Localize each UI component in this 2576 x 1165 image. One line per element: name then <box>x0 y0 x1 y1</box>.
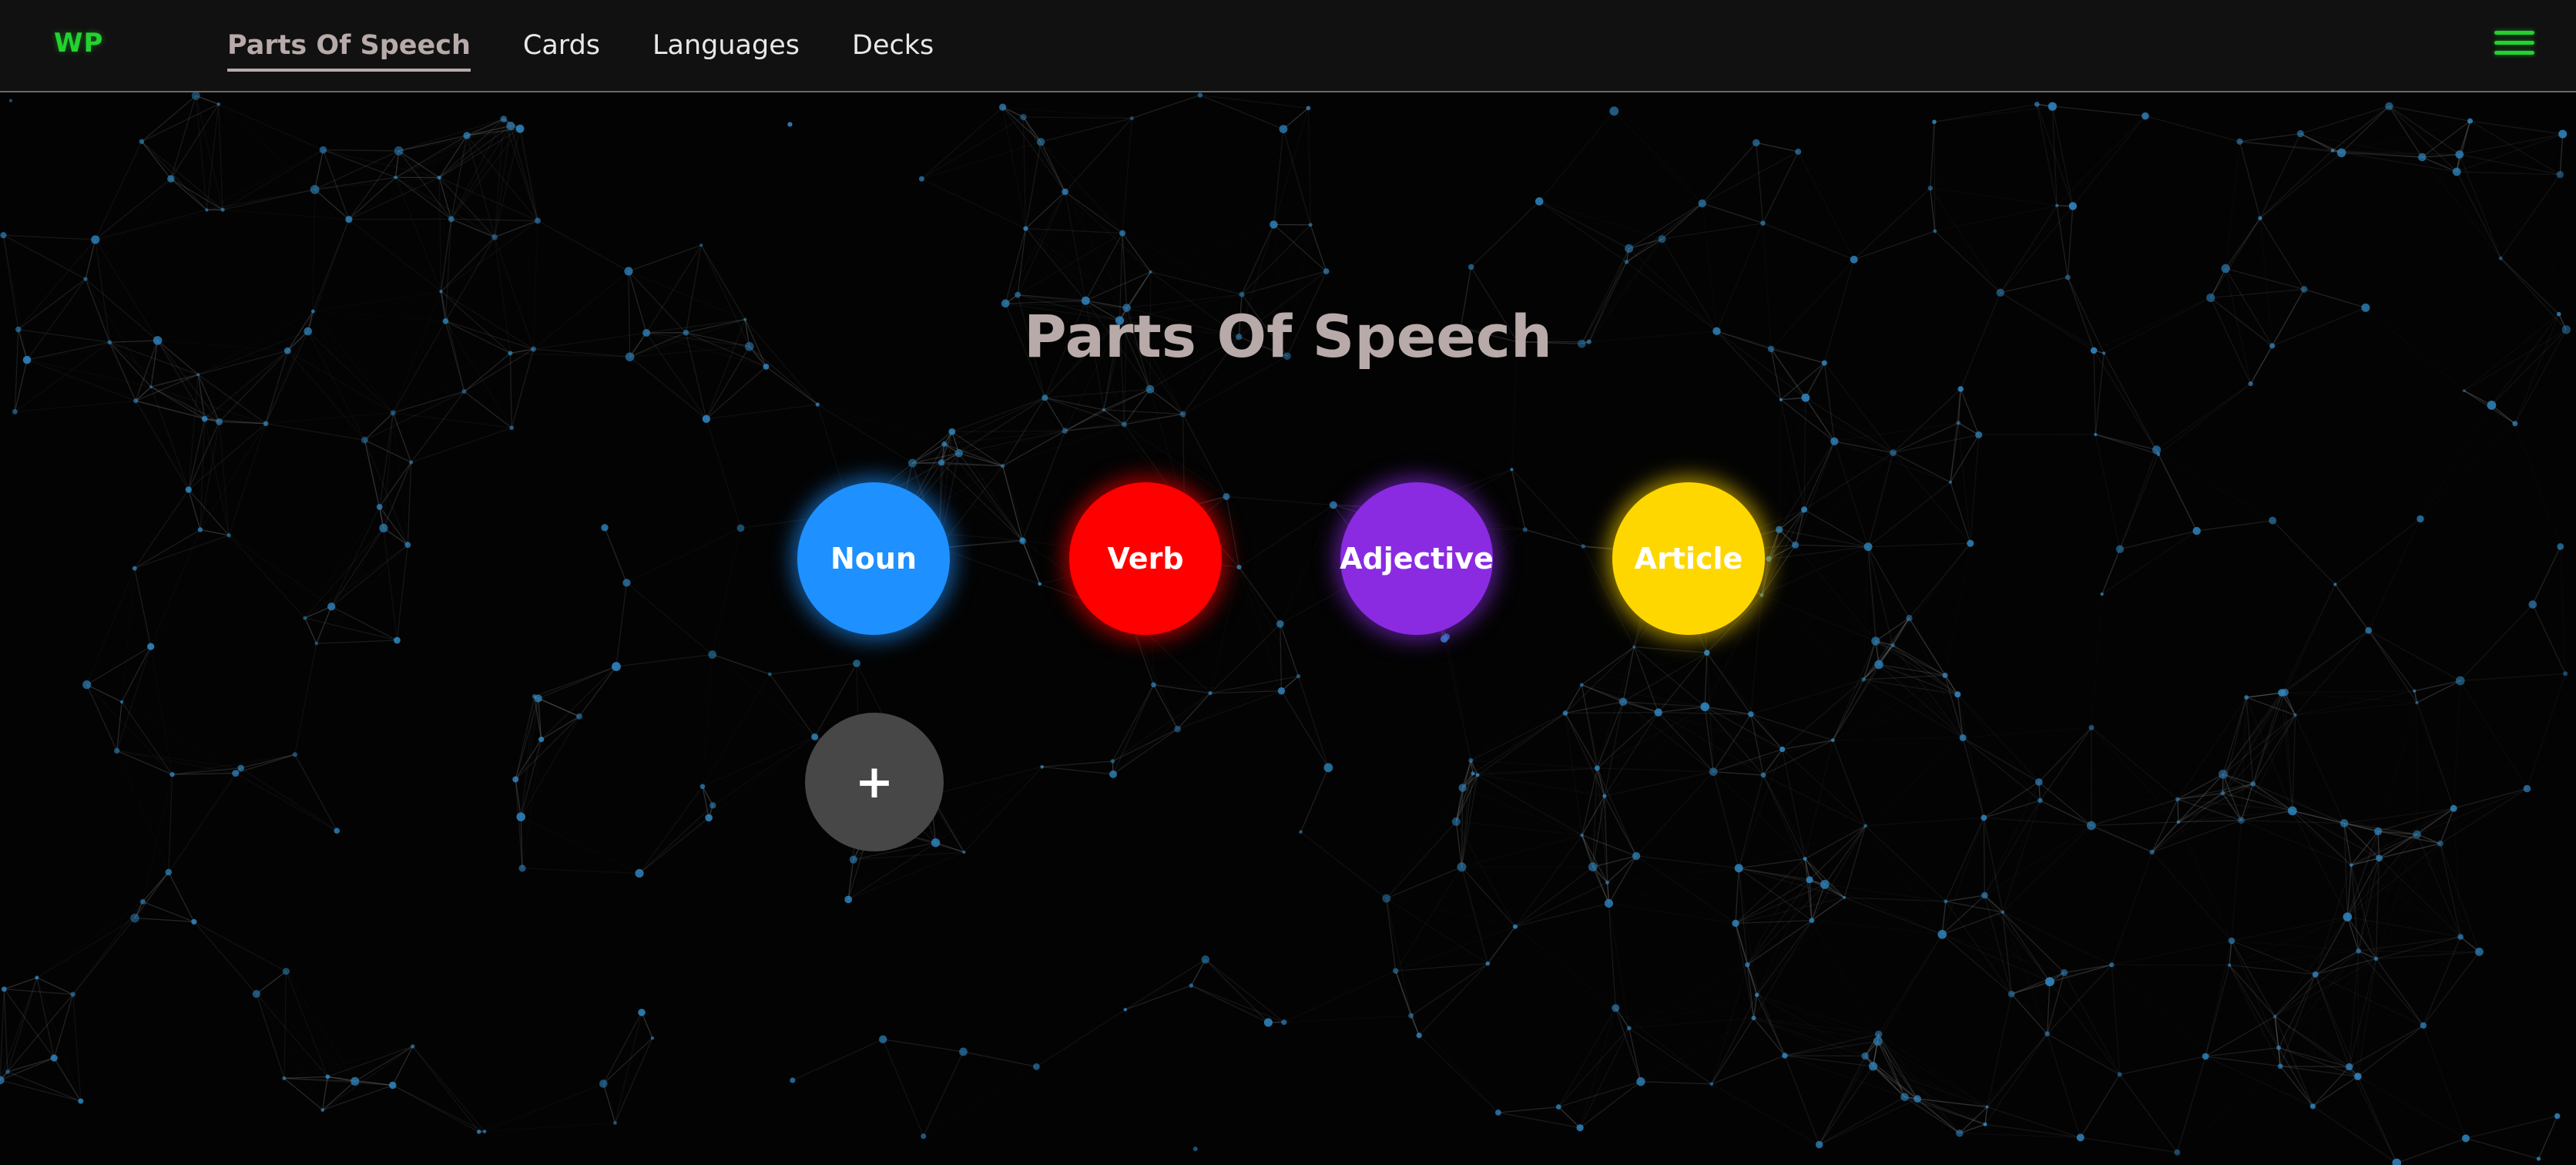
add-part-of-speech-button[interactable]: + <box>805 713 944 851</box>
network-links <box>0 94 2567 1164</box>
nav-link-cards[interactable]: Cards <box>523 24 600 67</box>
adjective-button[interactable]: Adjective <box>1340 482 1494 635</box>
noun-button[interactable]: Noun <box>797 482 950 635</box>
nav-link-languages[interactable]: Languages <box>652 24 800 67</box>
top-navbar: WP Parts Of Speech Cards Languages Decks <box>0 0 2576 92</box>
nav-link-decks[interactable]: Decks <box>852 24 934 67</box>
article-button[interactable]: Article <box>1612 482 1765 635</box>
particle-network-background <box>0 91 2571 1165</box>
network-nodes <box>0 91 2571 1165</box>
nav-link-parts-of-speech[interactable]: Parts Of Speech <box>227 24 471 72</box>
hamburger-menu-icon[interactable] <box>2494 31 2534 60</box>
page-title: Parts Of Speech <box>1024 302 1552 371</box>
nav-links: Parts Of Speech Cards Languages Decks <box>227 0 986 91</box>
verb-button[interactable]: Verb <box>1069 482 1222 635</box>
app-logo[interactable]: WP <box>54 28 103 59</box>
